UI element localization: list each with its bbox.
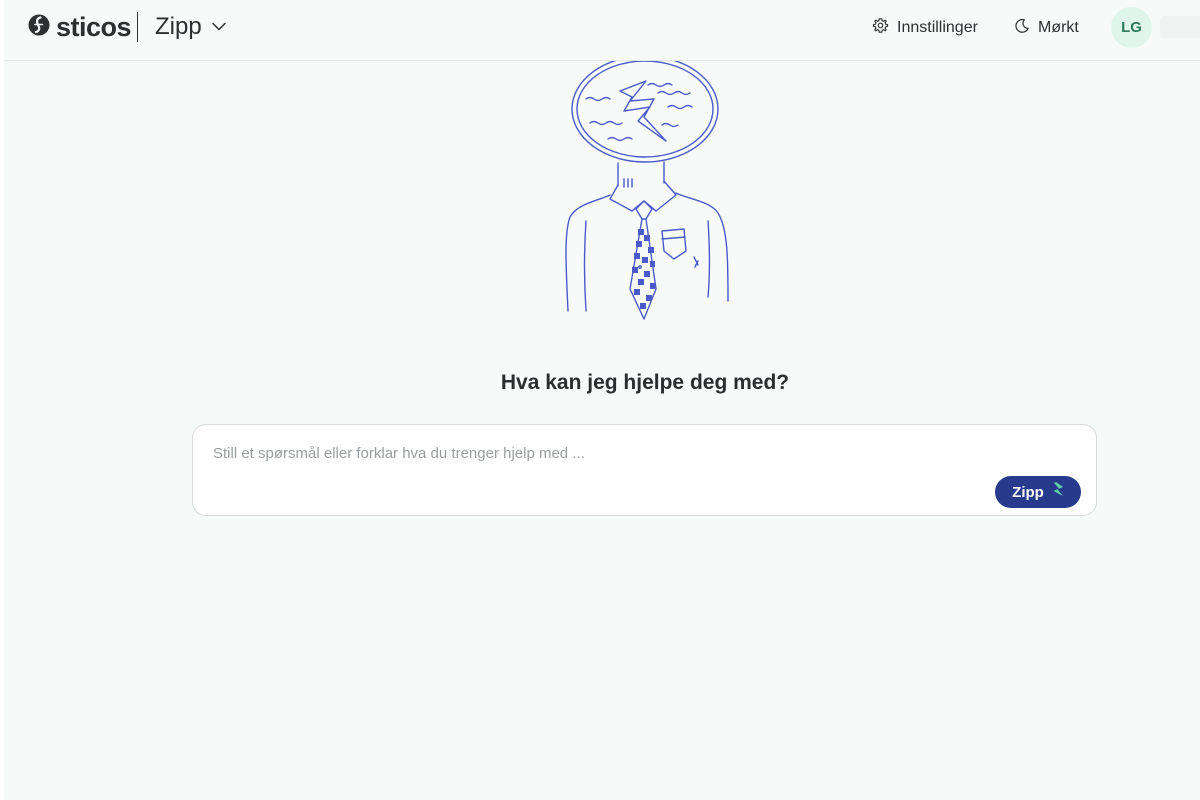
headless-man-illustration <box>558 55 738 326</box>
theme-toggle[interactable]: Mørkt <box>1014 14 1079 42</box>
moon-icon <box>1014 18 1030 39</box>
gear-icon <box>872 17 889 39</box>
lightning-icon <box>1052 481 1064 503</box>
app-window: sticos Zipp Innstillinger Mørkt LG Hva k… <box>4 0 1200 800</box>
user-avatar[interactable]: LG <box>1111 7 1152 48</box>
settings-button[interactable]: Innstillinger <box>872 14 978 42</box>
sticos-logo-icon <box>28 14 50 41</box>
theme-label: Mørkt <box>1038 19 1079 36</box>
brand-divider <box>137 12 138 42</box>
settings-label: Innstillinger <box>897 19 978 36</box>
brand-logo[interactable]: sticos <box>28 11 132 42</box>
top-bar: sticos Zipp Innstillinger Mørkt LG <box>4 0 1200 61</box>
product-name: Zipp <box>155 13 202 40</box>
chevron-down-icon <box>211 18 226 36</box>
brand-name: sticos <box>56 11 132 42</box>
page-title: Hva kan jeg hjelpe deg med? <box>500 371 790 394</box>
submit-label: Zipp <box>1012 483 1044 501</box>
product-switcher[interactable]: Zipp <box>155 10 226 44</box>
prompt-input[interactable] <box>213 441 1073 465</box>
prompt-box: Zipp <box>192 424 1097 516</box>
zipp-submit-button[interactable]: Zipp <box>995 476 1081 508</box>
header-overflow-area <box>1160 16 1200 38</box>
